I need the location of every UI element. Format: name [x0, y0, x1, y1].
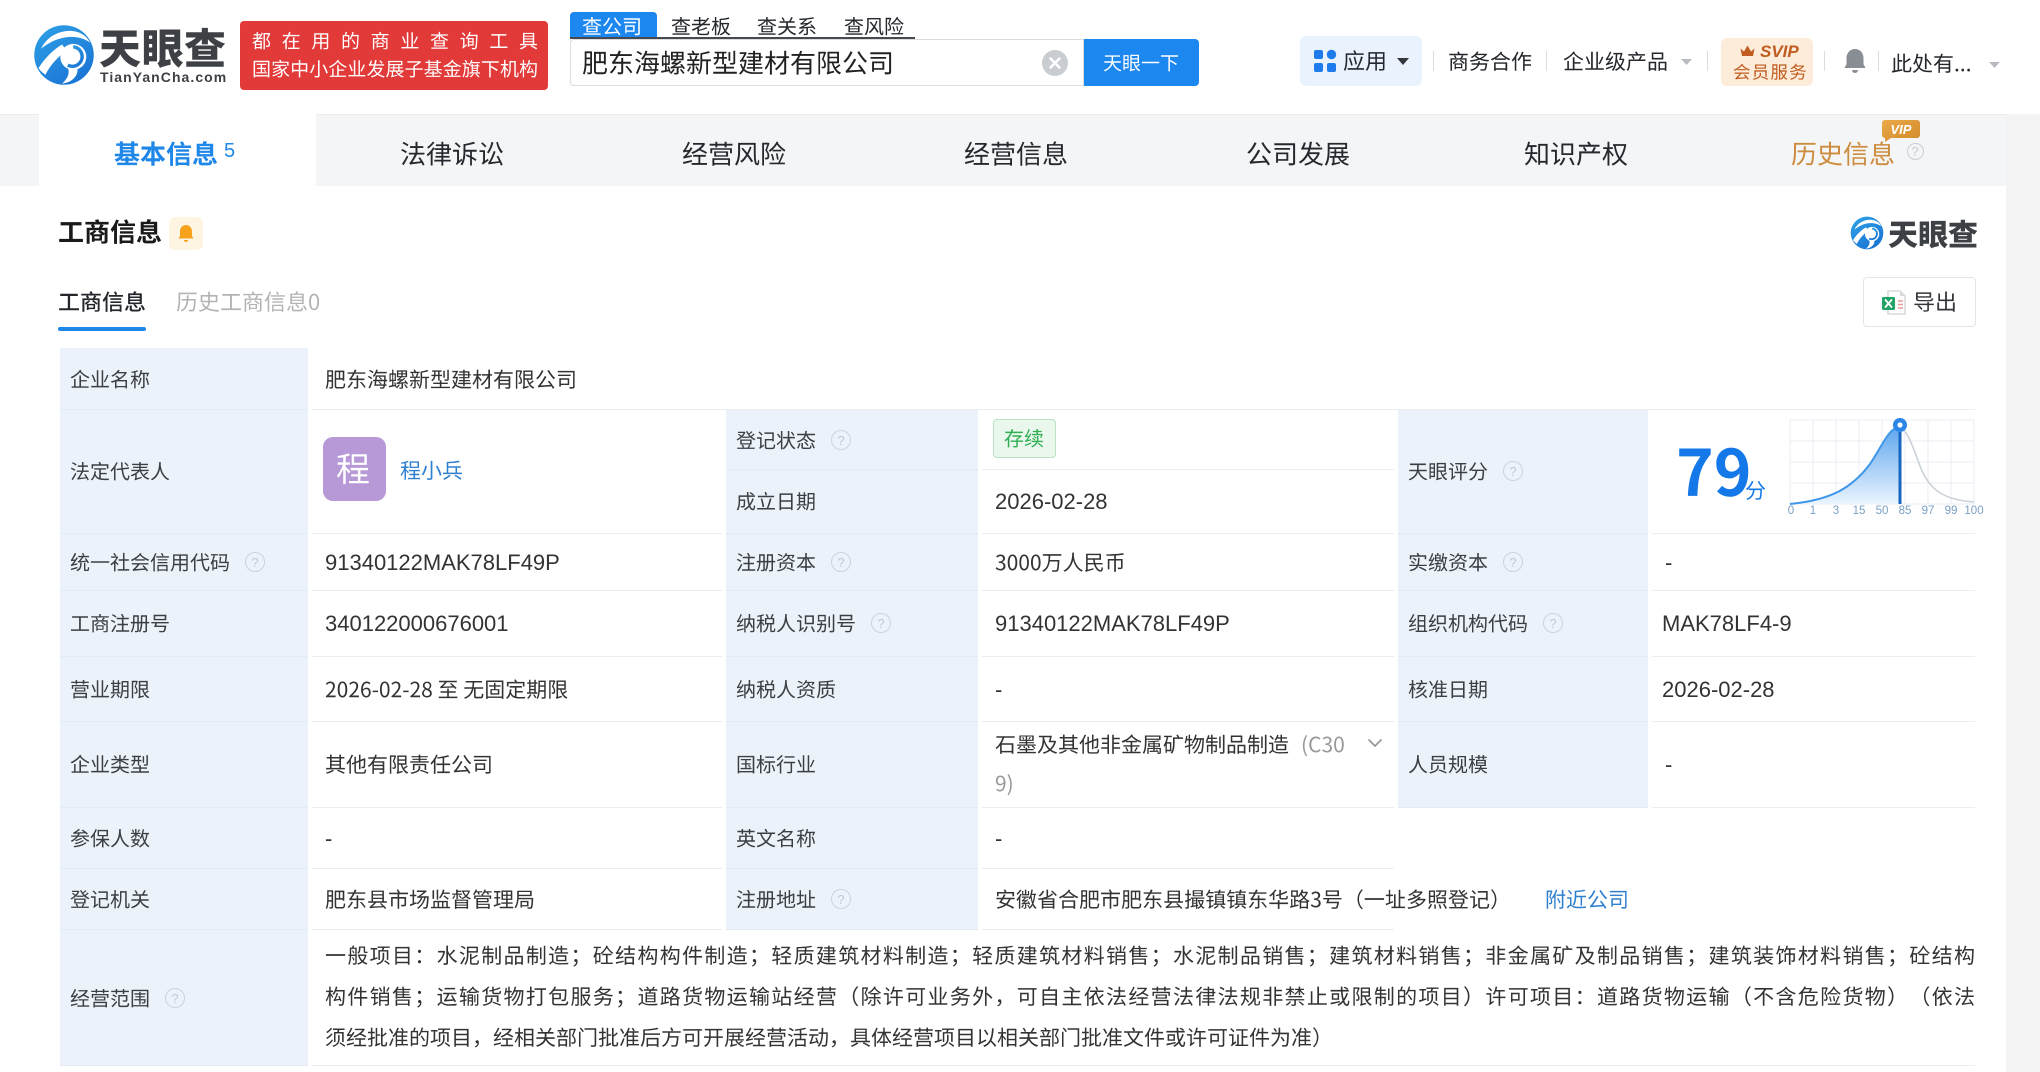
- svg-text:97: 97: [1922, 505, 1935, 517]
- svg-text:3: 3: [1833, 505, 1839, 517]
- svg-text:100: 100: [1964, 505, 1983, 517]
- svg-text:85: 85: [1899, 505, 1912, 517]
- svg-text:15: 15: [1853, 505, 1866, 517]
- svg-text:0: 0: [1788, 505, 1794, 517]
- svg-text:1: 1: [1810, 505, 1816, 517]
- svg-text:99: 99: [1945, 505, 1958, 517]
- svg-text:50: 50: [1876, 505, 1889, 517]
- svg-text:VIP: VIP: [1891, 122, 1912, 137]
